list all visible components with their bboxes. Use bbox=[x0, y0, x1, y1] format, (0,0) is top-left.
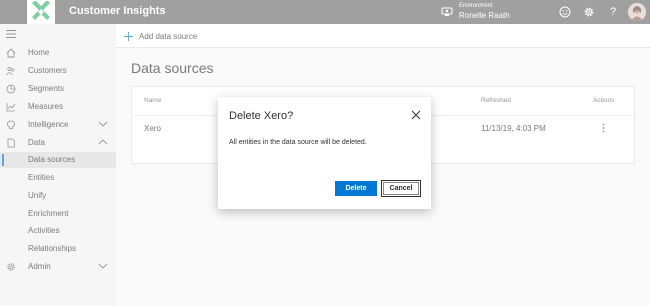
cancel-button[interactable]: Cancel bbox=[381, 180, 421, 197]
delete-button[interactable]: Delete bbox=[335, 181, 377, 196]
delete-dialog: Delete Xero? All entities in the data so… bbox=[218, 97, 431, 209]
dialog-message: All entities in the data source will be … bbox=[229, 139, 367, 146]
dialog-title: Delete Xero? bbox=[229, 110, 294, 122]
close-icon[interactable] bbox=[411, 110, 421, 120]
